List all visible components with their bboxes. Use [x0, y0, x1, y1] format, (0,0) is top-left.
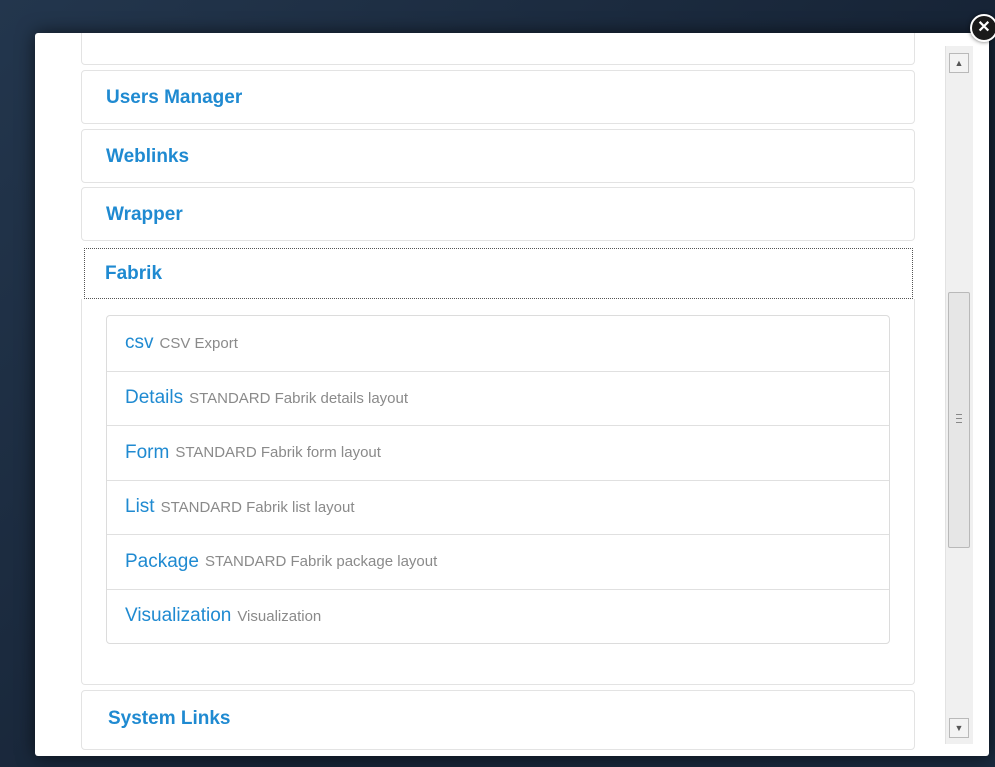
scroll-up-arrow-icon[interactable]: ▲	[949, 53, 969, 73]
vertical-scrollbar[interactable]: ▲ ▼	[945, 46, 973, 744]
close-icon[interactable]: ✕	[970, 14, 995, 42]
accordion-header-label: System Links	[108, 708, 231, 729]
accordion-header-weblinks[interactable]: Weblinks	[81, 129, 915, 183]
item-name: csv	[125, 332, 154, 354]
item-description: STANDARD Fabrik form layout	[175, 444, 381, 462]
grip-icon	[956, 414, 962, 423]
item-name: List	[125, 496, 155, 518]
accordion-header-cut-off[interactable]	[81, 33, 915, 65]
accordion-header-label: Fabrik	[105, 263, 163, 284]
item-name: Visualization	[125, 605, 232, 627]
list-item[interactable]: List STANDARD Fabrik list layout	[107, 479, 889, 535]
accordion-header-fabrik[interactable]: Fabrik	[84, 248, 913, 299]
modal-dialog: Users Manager Weblinks Wrapper Fabrik cs…	[35, 33, 989, 756]
accordion-body-fabrik: csv CSV Export Details STANDARD Fabrik d…	[81, 299, 915, 685]
item-description: STANDARD Fabrik list layout	[160, 498, 355, 516]
accordion-header-label: Wrapper	[106, 204, 183, 225]
list-item[interactable]: Form STANDARD Fabrik form layout	[107, 425, 889, 480]
accordion-header-users-manager[interactable]: Users Manager	[81, 70, 915, 124]
list-item[interactable]: csv CSV Export	[107, 316, 889, 371]
scroll-down-arrow-icon[interactable]: ▼	[949, 718, 969, 738]
scrollbar-thumb[interactable]	[948, 292, 970, 548]
item-description: STANDARD Fabrik package layout	[204, 553, 438, 571]
list-item[interactable]: Details STANDARD Fabrik details layout	[107, 370, 889, 426]
accordion-header-label: Weblinks	[106, 146, 190, 167]
accordion-header-wrapper[interactable]: Wrapper	[81, 187, 915, 241]
item-description: STANDARD Fabrik details layout	[189, 389, 409, 407]
accordion-header-label: Users Manager	[106, 87, 243, 108]
list-item[interactable]: Package STANDARD Fabrik package layout	[107, 534, 889, 589]
item-name: Details	[125, 387, 184, 409]
list-item[interactable]: Visualization Visualization	[107, 588, 889, 644]
layout-list: csv CSV Export Details STANDARD Fabrik d…	[106, 315, 890, 644]
item-description: Visualization	[237, 607, 322, 625]
item-description: CSV Export	[159, 334, 238, 352]
item-name: Form	[125, 441, 170, 463]
item-name: Package	[125, 550, 199, 572]
accordion-header-system-links[interactable]: System Links	[81, 690, 915, 750]
